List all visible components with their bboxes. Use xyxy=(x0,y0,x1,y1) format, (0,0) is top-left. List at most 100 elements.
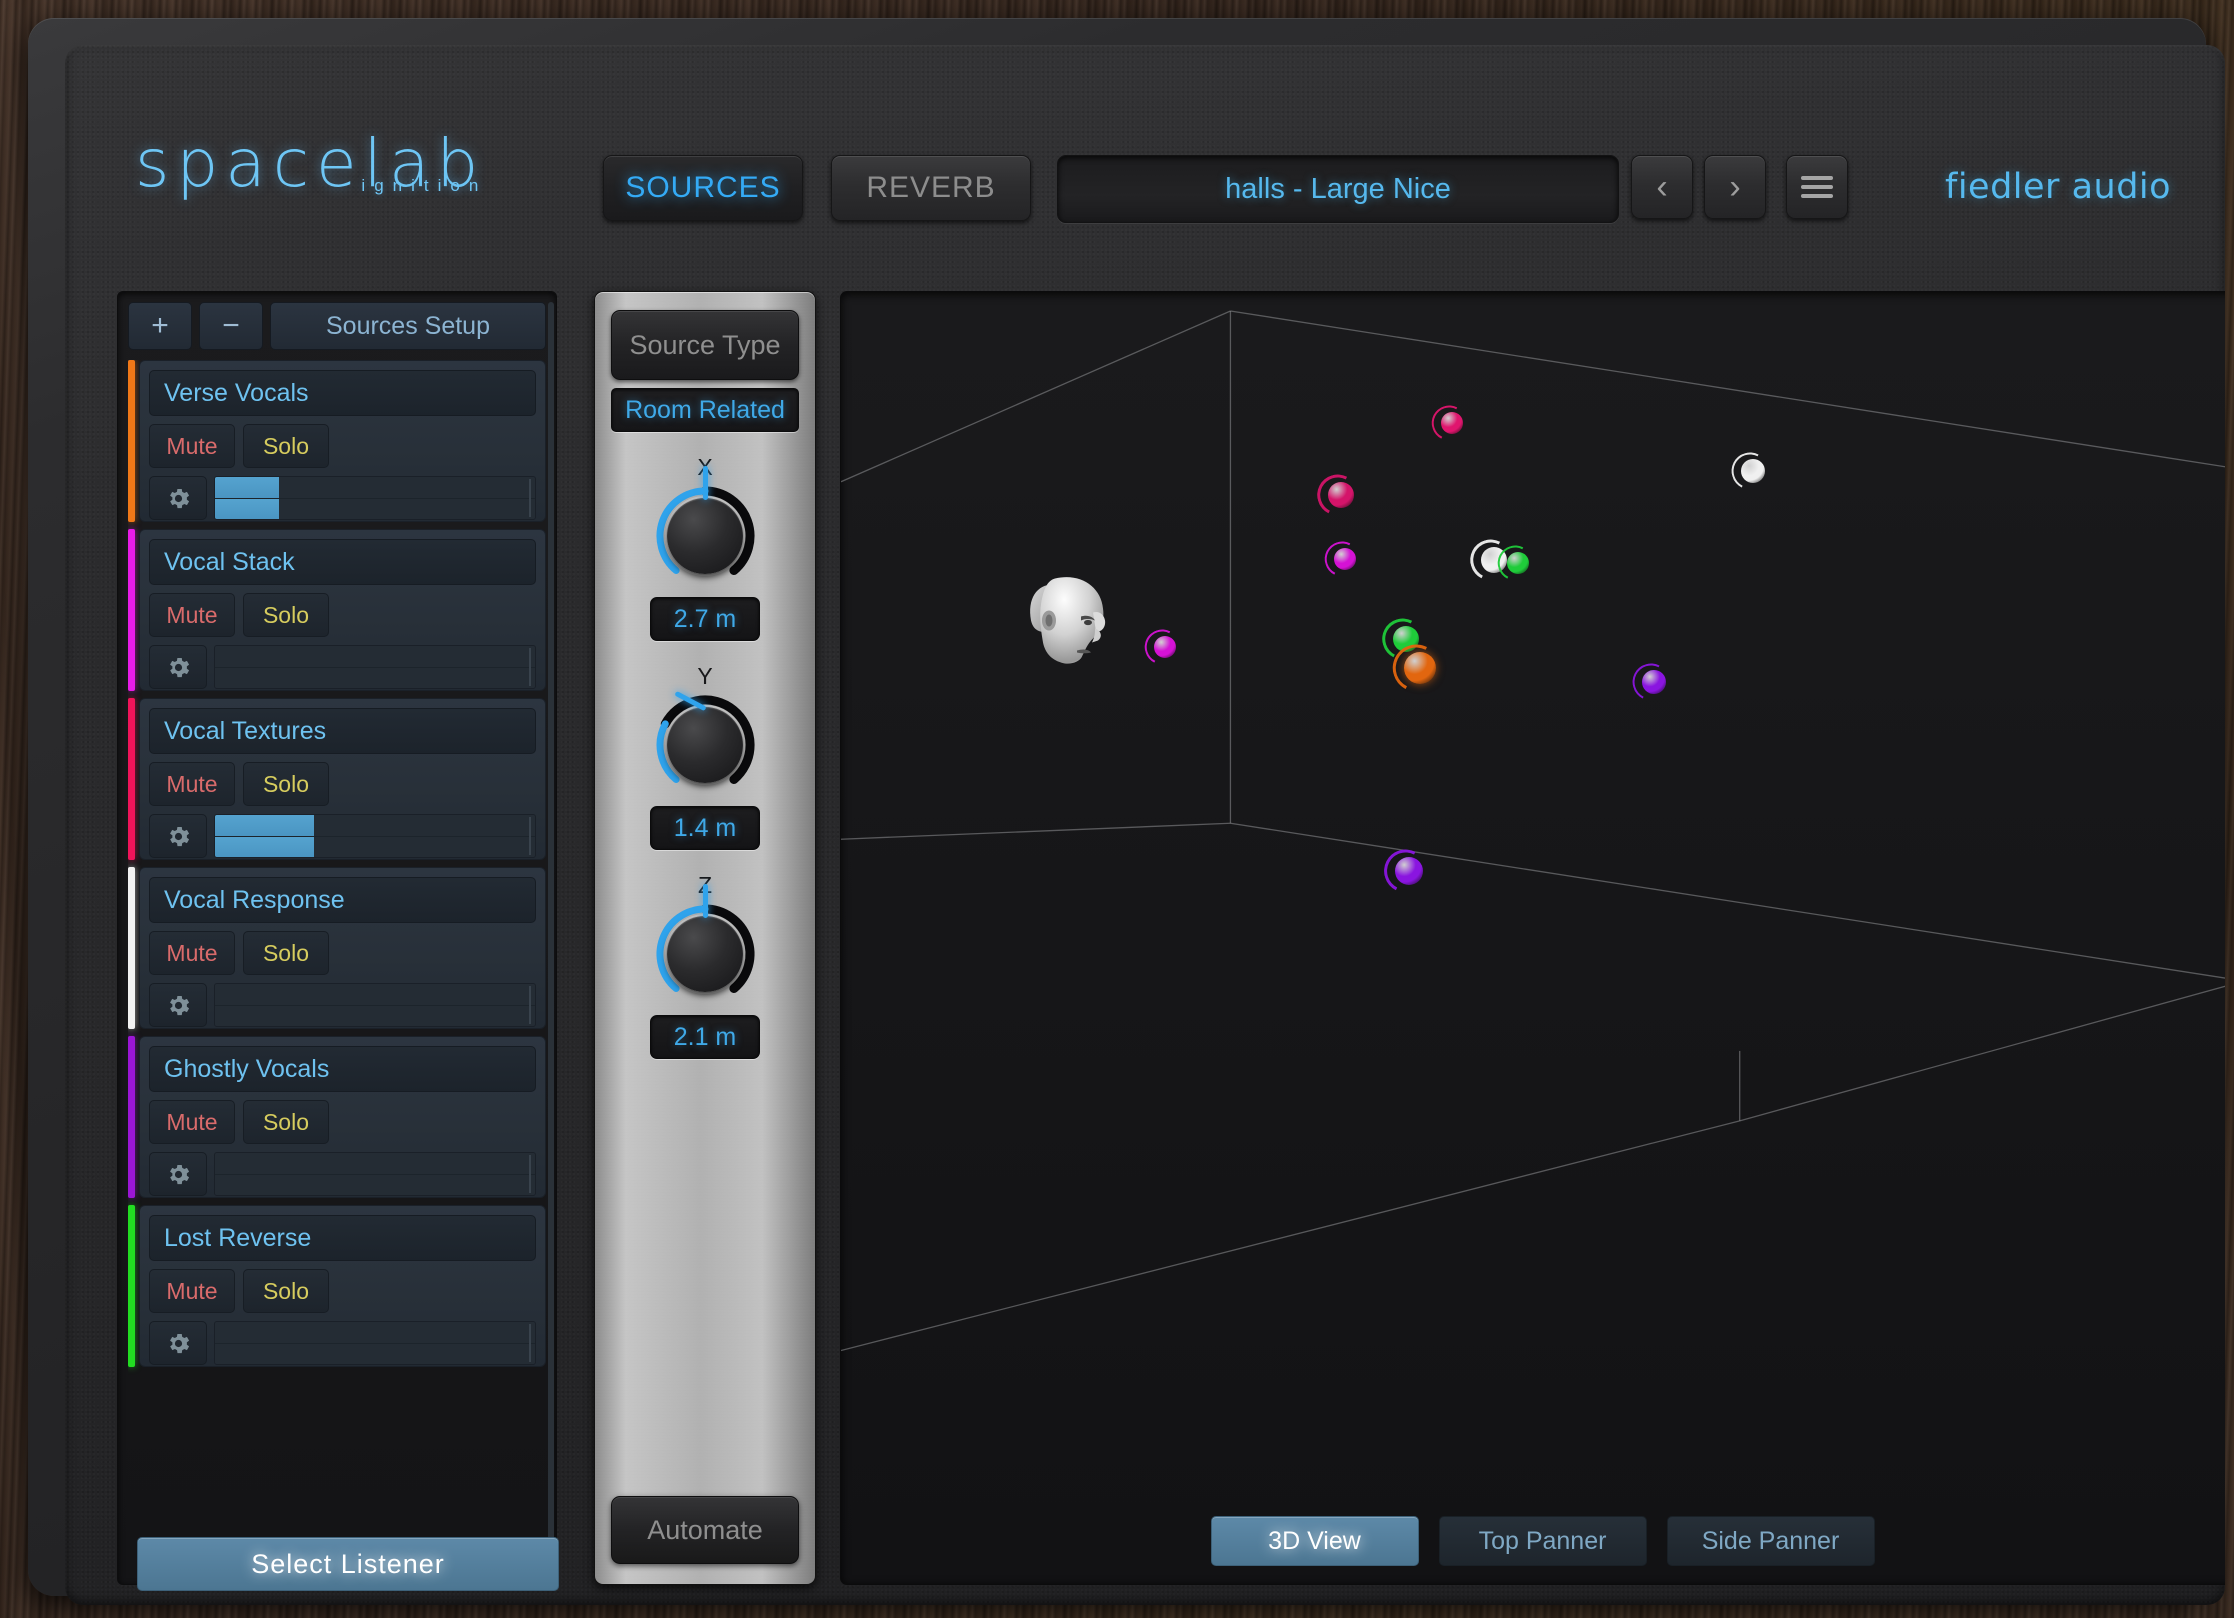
source-sphere[interactable] xyxy=(1378,844,1433,899)
source-item[interactable]: Vocal Response Mute Solo xyxy=(128,867,546,1029)
brand-label: fiedler audio xyxy=(1945,167,2172,207)
source-color-strip xyxy=(128,698,135,860)
solo-button[interactable]: Solo xyxy=(243,1100,329,1144)
mute-button[interactable]: Mute xyxy=(149,593,235,637)
knob-group-x: X2.7 m xyxy=(611,454,799,641)
view-tab-side-panner[interactable]: Side Panner xyxy=(1666,1516,1875,1566)
knob-y[interactable] xyxy=(653,690,757,797)
gear-icon[interactable] xyxy=(149,1321,207,1365)
meter-row xyxy=(149,476,536,520)
knob-value-label: 1.4 m xyxy=(673,813,737,842)
automate-button[interactable]: Automate xyxy=(611,1496,799,1564)
source-sphere-ball xyxy=(1641,670,1666,695)
source-type-button[interactable]: Source Type xyxy=(611,310,799,380)
level-meter xyxy=(214,476,536,520)
solo-button[interactable]: Solo xyxy=(243,1269,329,1313)
knob-cap xyxy=(667,498,743,574)
source-item[interactable]: Verse Vocals Mute Solo xyxy=(128,360,546,522)
source-name-field[interactable]: Vocal Response xyxy=(149,877,536,923)
preset-next-button[interactable]: › xyxy=(1704,155,1766,219)
knob-axis-label: Y xyxy=(697,663,713,689)
source-name-field[interactable]: Ghostly Vocals xyxy=(149,1046,536,1092)
menu-button[interactable] xyxy=(1786,155,1848,219)
mute-button[interactable]: Mute xyxy=(149,762,235,806)
logo-sub-text: ignition xyxy=(361,176,488,195)
sources-scrollbar[interactable] xyxy=(548,302,554,1574)
3d-view-panel[interactable]: 3D View Top Panner Side Panner xyxy=(840,291,2225,1585)
gear-icon[interactable] xyxy=(149,645,207,689)
sources-setup-button[interactable]: Sources Setup xyxy=(270,302,546,350)
view-tab-top-panner[interactable]: Top Panner xyxy=(1438,1516,1647,1566)
source-name-field[interactable]: Lost Reverse xyxy=(149,1215,536,1261)
source-sphere[interactable] xyxy=(1139,625,1184,670)
plugin-chassis: spacelab ignition SOURCES REVERB halls -… xyxy=(28,18,2225,1605)
knob-value-field[interactable]: 2.7 m xyxy=(650,597,760,641)
source-sphere[interactable] xyxy=(1320,536,1365,581)
mute-button[interactable]: Mute xyxy=(149,1100,235,1144)
solo-button[interactable]: Solo xyxy=(243,931,329,975)
source-sphere-ball xyxy=(1334,547,1357,570)
source-sphere[interactable] xyxy=(1312,468,1364,521)
mute-button[interactable]: Mute xyxy=(149,424,235,468)
source-body: Ghostly Vocals Mute Solo xyxy=(139,1036,546,1198)
solo-button[interactable]: Solo xyxy=(243,762,329,806)
source-sphere[interactable] xyxy=(1627,659,1675,706)
listener-head-svg xyxy=(1029,577,1105,665)
mute-solo-row: Mute Solo xyxy=(149,931,536,975)
source-name-field[interactable]: Vocal Textures xyxy=(149,708,536,754)
source-body: Lost Reverse Mute Solo xyxy=(139,1205,546,1367)
tab-reverb-label: REVERB xyxy=(866,171,996,204)
source-type-value[interactable]: Room Related xyxy=(611,388,799,432)
select-listener-label: Select Listener xyxy=(251,1548,445,1579)
source-sphere[interactable] xyxy=(1493,540,1538,585)
mute-solo-row: Mute Solo xyxy=(149,593,536,637)
source-name-field[interactable]: Vocal Stack xyxy=(149,539,536,585)
mute-solo-row: Mute Solo xyxy=(149,762,536,806)
source-name-field[interactable]: Verse Vocals xyxy=(149,370,536,416)
solo-button[interactable]: Solo xyxy=(243,593,329,637)
source-body: Vocal Textures Mute Solo xyxy=(139,698,546,860)
source-sphere[interactable] xyxy=(1427,400,1472,445)
mute-button[interactable]: Mute xyxy=(149,931,235,975)
preset-prev-button[interactable]: ‹ xyxy=(1631,155,1693,219)
add-source-button[interactable]: + xyxy=(128,302,192,350)
knob-cap xyxy=(667,916,743,992)
level-meter xyxy=(214,645,536,689)
source-type-value-label: Room Related xyxy=(625,395,785,424)
source-item[interactable]: Vocal Textures Mute Solo xyxy=(128,698,546,860)
preset-name: halls - Large Nice xyxy=(1225,172,1451,205)
knob-value-field[interactable]: 1.4 m xyxy=(650,806,760,850)
select-listener-button[interactable]: Select Listener xyxy=(137,1537,559,1591)
tab-reverb[interactable]: REVERB xyxy=(831,155,1031,221)
gear-icon[interactable] xyxy=(149,814,207,858)
mute-solo-row: Mute Solo xyxy=(149,424,536,468)
listener-head-icon[interactable] xyxy=(1025,559,1117,674)
source-body: Vocal Stack Mute Solo xyxy=(139,529,546,691)
knob-cap xyxy=(667,707,743,783)
gear-icon[interactable] xyxy=(149,476,207,520)
remove-source-button[interactable]: − xyxy=(199,302,263,350)
solo-button[interactable]: Solo xyxy=(243,424,329,468)
sources-list[interactable]: Verse Vocals Mute Solo Vocal Stack Mute Solo V… xyxy=(128,360,546,1500)
source-item[interactable]: Lost Reverse Mute Solo xyxy=(128,1205,546,1367)
knob-x[interactable] xyxy=(653,466,757,588)
sources-setup-label: Sources Setup xyxy=(326,311,490,340)
sources-toolbar: + − Sources Setup xyxy=(128,302,546,350)
source-body: Vocal Response Mute Solo xyxy=(139,867,546,1029)
view-tab-3d-view[interactable]: 3D View xyxy=(1210,1516,1419,1566)
source-item[interactable]: Ghostly Vocals Mute Solo xyxy=(128,1036,546,1198)
gear-icon[interactable] xyxy=(149,1152,207,1196)
source-sphere[interactable] xyxy=(1726,447,1774,495)
preset-selector[interactable]: halls - Large Nice xyxy=(1057,155,1619,223)
source-item[interactable]: Vocal Stack Mute Solo xyxy=(128,529,546,691)
gear-icon[interactable] xyxy=(149,983,207,1027)
source-sphere[interactable] xyxy=(1386,638,1447,699)
mute-button[interactable]: Mute xyxy=(149,1269,235,1313)
source-color-strip xyxy=(128,529,135,691)
tab-sources[interactable]: SOURCES xyxy=(603,155,803,221)
level-meter xyxy=(214,1152,536,1196)
knob-z[interactable] xyxy=(653,884,757,1006)
source-type-label: Source Type xyxy=(629,329,781,360)
hamburger-menu-icon xyxy=(1801,176,1833,198)
knob-value-field[interactable]: 2.1 m xyxy=(650,1015,760,1059)
